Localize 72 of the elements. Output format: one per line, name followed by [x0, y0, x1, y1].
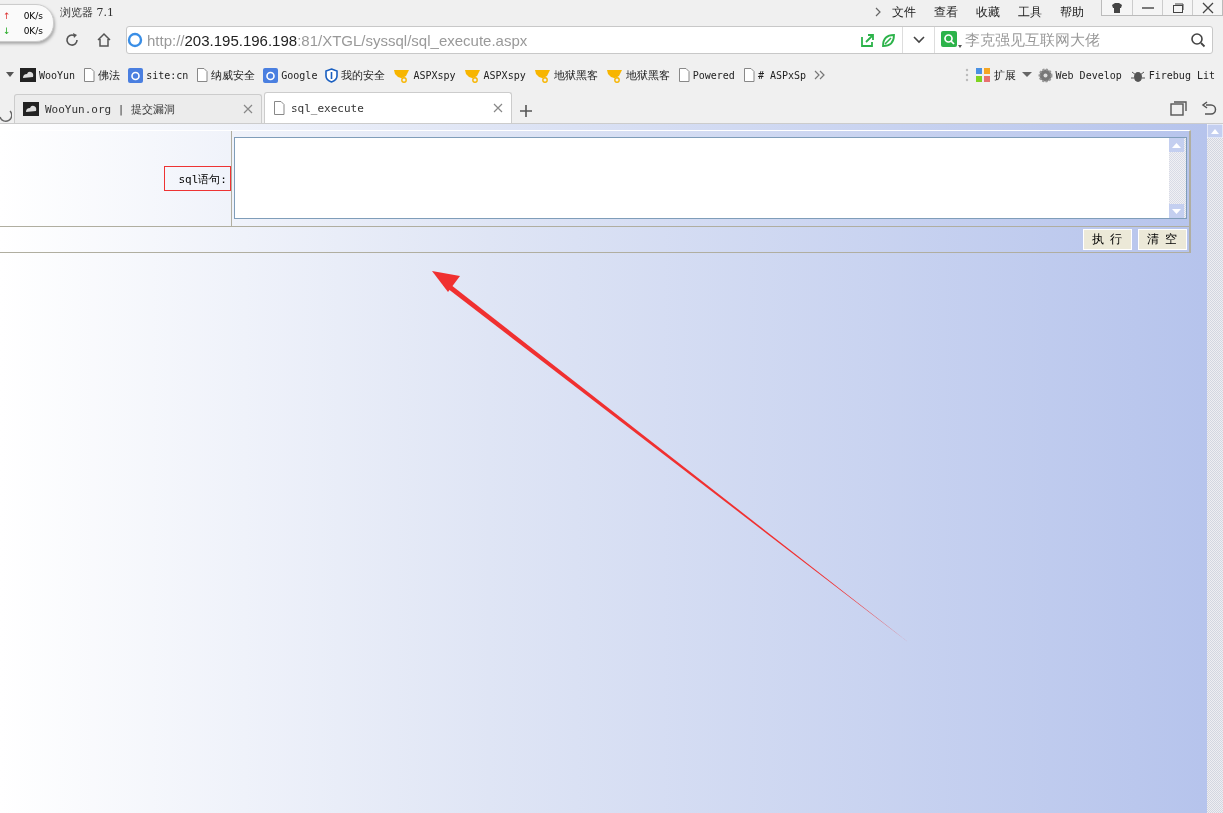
scroll-up-icon: [1207, 124, 1223, 138]
field-label: sql语句:: [163, 166, 231, 191]
g-icon: [263, 67, 279, 83]
scroll-down-icon: [1169, 204, 1184, 218]
menu-item[interactable]: 帮助: [1051, 3, 1093, 21]
restore-icon: [1171, 2, 1184, 13]
share-icon[interactable]: [860, 32, 875, 48]
search-field[interactable]: 李克强见互联网大佬: [963, 30, 1190, 50]
shield-icon: [325, 67, 339, 83]
trophy-icon: [533, 67, 551, 83]
upload-speed: 0K/s: [23, 10, 43, 21]
extension-button[interactable]: Web Develop: [1035, 67, 1124, 83]
menu-item[interactable]: 查看: [925, 3, 967, 21]
menu-item[interactable]: 工具: [1009, 3, 1051, 21]
close-icon[interactable]: [493, 103, 503, 113]
download-speed: 0K/s: [23, 25, 43, 36]
trophy-icon: [463, 67, 481, 83]
upload-arrow-icon: ↑: [3, 10, 11, 21]
cloud-logo-icon: [23, 102, 39, 116]
form-button[interactable]: 执 行: [1083, 229, 1133, 250]
window-title: 浏览器 7.1: [60, 4, 115, 20]
close-icon: [1201, 1, 1214, 14]
bookmark[interactable]: 地狱黑客: [531, 67, 600, 83]
bookmark[interactable]: site:cn: [126, 67, 191, 83]
trophy-icon: [393, 67, 411, 83]
sql-textarea[interactable]: [234, 137, 1187, 219]
refresh-icon: [64, 32, 80, 48]
grip-icon: [964, 67, 969, 83]
chevron-down-icon[interactable]: [911, 35, 926, 45]
bookmark[interactable]: Powered: [675, 68, 737, 82]
search-engine-icon[interactable]: [941, 31, 963, 49]
download-arrow-icon: ↓: [3, 25, 11, 36]
dropdown-icon[interactable]: [6, 72, 14, 78]
trophy-icon: [605, 67, 623, 83]
bookmark[interactable]: # ASPxSp: [740, 68, 809, 82]
menu-item[interactable]: 文件: [883, 3, 925, 21]
gear-icon: [1037, 67, 1053, 83]
bookmark[interactable]: Google: [261, 67, 320, 83]
page-scrollbar[interactable]: [1207, 124, 1223, 813]
minimize-icon: [1141, 6, 1154, 9]
tab-list-icon[interactable]: [1170, 101, 1188, 117]
chevron-icon: [873, 6, 883, 18]
bookmark[interactable]: ASPXspy: [391, 67, 458, 83]
close-icon[interactable]: [243, 104, 253, 114]
menu-item[interactable]: 收藏: [967, 3, 1009, 21]
g-icon: [128, 67, 144, 83]
browser-tab[interactable]: WooYun.org | 提交漏洞: [14, 94, 262, 123]
form-button[interactable]: 清 空: [1138, 229, 1187, 250]
page-icon: [83, 68, 96, 82]
page-icon: [273, 101, 285, 115]
page-icon: [677, 68, 690, 82]
bookmark[interactable]: 纳威安全: [194, 67, 258, 83]
shirt-icon: [1111, 2, 1123, 13]
scrollbar[interactable]: [1169, 138, 1186, 218]
dropdown-icon[interactable]: [1021, 72, 1032, 78]
extension-button[interactable]: 扩展: [972, 67, 1018, 83]
leaf-icon[interactable]: [881, 32, 896, 48]
grid-icon: [974, 67, 991, 83]
page-icon: [742, 68, 755, 82]
bookmark[interactable]: WooYun: [18, 68, 78, 82]
url-field[interactable]: http://203.195.196.198:81/XTGL/syssql/sql_execute.aspx: [147, 31, 854, 49]
home-icon: [96, 32, 112, 48]
undo-icon[interactable]: [1201, 101, 1217, 117]
page-icon: [196, 68, 209, 82]
bookmark[interactable]: 佛法: [81, 67, 123, 83]
scroll-up-icon: [1169, 138, 1184, 152]
bookmark[interactable]: 我的安全: [323, 67, 388, 83]
bookmark[interactable]: 地狱黑客: [603, 67, 672, 83]
bookmark[interactable]: ASPXspy: [461, 67, 528, 83]
browser-tab[interactable]: sql_execute: [264, 92, 512, 123]
extension-button[interactable]: Firebug Lit: [1127, 67, 1217, 83]
cloud-logo-icon: [20, 68, 36, 82]
